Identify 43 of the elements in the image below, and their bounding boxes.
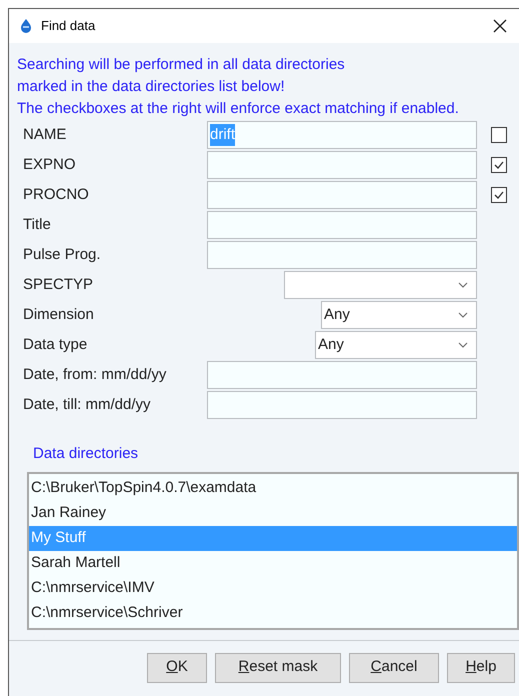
chevron-down-icon bbox=[458, 282, 468, 288]
text-field[interactable] bbox=[207, 361, 477, 389]
field-label: Dimension bbox=[23, 304, 95, 325]
exact-match-checkbox[interactable] bbox=[491, 187, 507, 203]
info-text: The checkboxes at the right will enforce exact matching if enabled. bbox=[17, 99, 460, 119]
text-field[interactable] bbox=[207, 391, 477, 419]
dialog-button[interactable]: Reset mask bbox=[215, 652, 341, 682]
directory-item[interactable]: C:\Bruker\TopSpin4.0.7\examdata bbox=[29, 476, 517, 500]
field-label: Date, from: mm/dd/yy bbox=[23, 364, 168, 385]
window-title: Find data bbox=[41, 17, 96, 36]
directory-item[interactable]: C:\nmrservice\IMV bbox=[29, 576, 517, 600]
field-label: NAME bbox=[23, 124, 68, 145]
exact-match-checkbox[interactable] bbox=[491, 127, 507, 143]
text-field[interactable] bbox=[207, 181, 477, 209]
close-icon[interactable] bbox=[493, 19, 507, 33]
chevron-down-icon bbox=[458, 342, 468, 348]
field-label: Data type bbox=[23, 334, 88, 355]
dropdown[interactable]: Any bbox=[315, 331, 477, 359]
field-label: EXPNO bbox=[23, 154, 77, 175]
info-text: Searching will be performed in all data directories bbox=[17, 55, 346, 75]
dialog-button[interactable]: Cancel bbox=[349, 652, 439, 682]
info-text: marked in the data directories list below! bbox=[17, 77, 286, 97]
directory-item[interactable]: Jan Rainey bbox=[29, 500, 517, 526]
text-field[interactable] bbox=[207, 211, 477, 239]
dropdown[interactable] bbox=[284, 271, 477, 299]
section-title: Data directories bbox=[33, 444, 140, 464]
field-label: Pulse Prog. bbox=[23, 244, 102, 265]
checkmark-icon bbox=[493, 189, 505, 201]
directory-item[interactable]: C:\nmrservice\Schriver bbox=[29, 600, 517, 626]
dialog-button[interactable]: OK bbox=[147, 652, 207, 682]
field-label: PROCNO bbox=[23, 184, 90, 205]
field-label: SPECTYP bbox=[23, 274, 94, 295]
text-field[interactable] bbox=[207, 151, 477, 179]
exact-match-checkbox[interactable] bbox=[491, 157, 507, 173]
chevron-down-icon bbox=[458, 312, 468, 318]
dropdown[interactable]: Any bbox=[321, 301, 477, 329]
app-icon bbox=[19, 18, 33, 34]
directory-item[interactable]: Sarah Martell bbox=[29, 550, 517, 576]
text-field[interactable] bbox=[207, 241, 477, 269]
checkmark-icon bbox=[493, 159, 505, 171]
field-label: Date, till: mm/dd/yy bbox=[23, 394, 152, 415]
field-label: Title bbox=[23, 214, 52, 235]
dialog-button[interactable]: Help bbox=[447, 652, 515, 682]
